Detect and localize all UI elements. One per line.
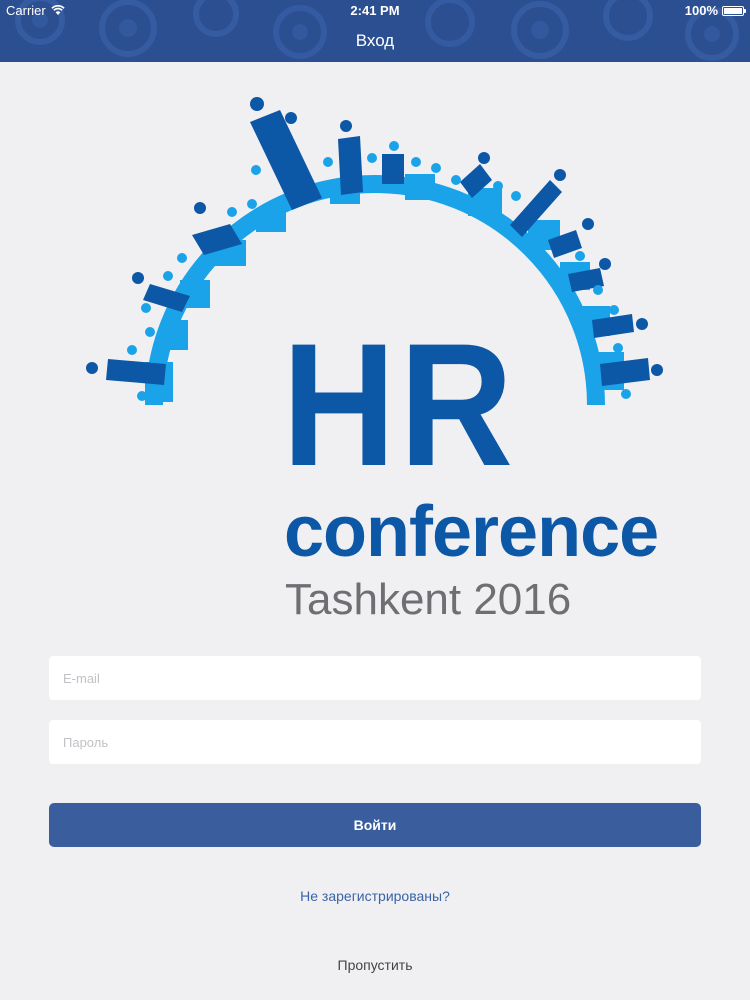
battery-indicator: 100% — [684, 3, 746, 18]
login-button[interactable]: Войти — [49, 803, 701, 847]
status-bar: Carrier 2:41 PM 100% — [0, 0, 750, 22]
skip-link[interactable]: Пропустить — [0, 957, 750, 973]
battery-percent: 100% — [684, 3, 718, 18]
logo-hr-text: HR — [282, 308, 517, 503]
logo-conference-text: conference — [284, 492, 659, 572]
status-time: 2:41 PM — [350, 3, 400, 18]
email-input[interactable] — [49, 656, 701, 700]
navigation-bar: Carrier 2:41 PM 100% Вход — [0, 0, 750, 62]
password-input[interactable] — [49, 720, 701, 764]
battery-fill — [724, 7, 742, 14]
logo-city-text: Tashkent 2016 — [285, 575, 572, 624]
battery-icon — [722, 5, 746, 16]
register-link[interactable]: Не зарегистрированы? — [0, 888, 750, 904]
page-title: Вход — [355, 31, 395, 50]
